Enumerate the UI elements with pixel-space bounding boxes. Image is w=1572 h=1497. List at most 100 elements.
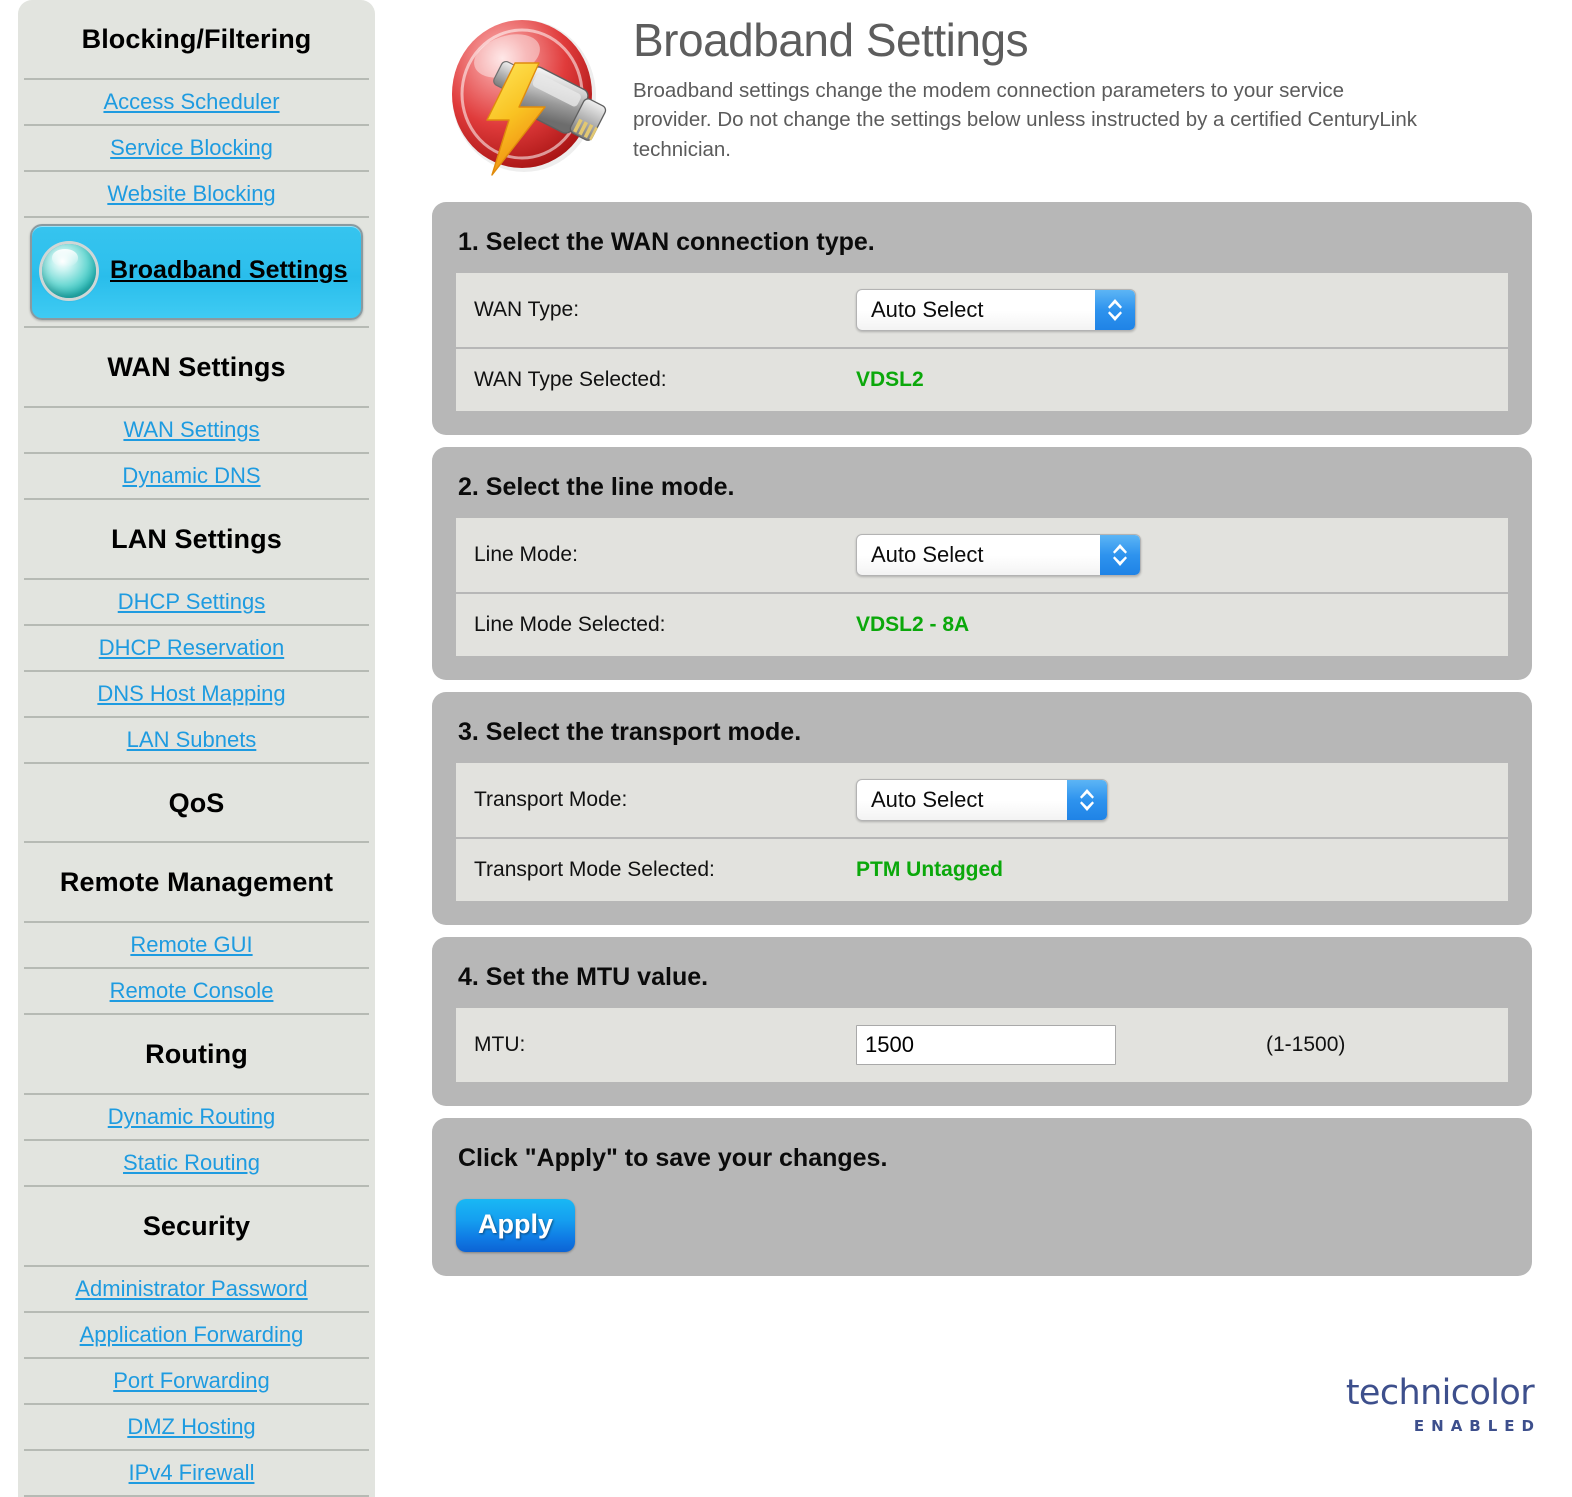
panel-title: 3. Select the transport mode. — [458, 718, 802, 746]
sidebar-header-blocking-filtering: Blocking/Filtering — [81, 24, 312, 54]
panel-line-mode: 2. Select the line mode. Line Mode: Auto… — [432, 447, 1532, 680]
sidebar-item-label: Administrator Password — [75, 1276, 308, 1302]
sidebar-item-website-blocking[interactable]: Website Blocking — [18, 172, 375, 216]
sidebar-item-remote-gui[interactable]: Remote GUI — [18, 923, 375, 967]
sidebar-item-static-routing[interactable]: Static Routing — [18, 1141, 375, 1185]
transport-mode-select[interactable]: Auto Select — [856, 779, 1108, 821]
panel-rows: Transport Mode: Auto Select Transport Mo… — [456, 763, 1508, 901]
sidebar-group-lan-settings: LAN Settings DHCP Settings DHCP Reservat… — [18, 500, 375, 764]
sidebar-item-label: DMZ Hosting — [127, 1414, 256, 1440]
panel-transport-mode: 3. Select the transport mode. Transport … — [432, 692, 1532, 925]
sidebar-item-label: DHCP Reservation — [98, 634, 285, 660]
row-wan-type-selected: WAN Type Selected: VDSL2 — [456, 347, 1508, 411]
sidebar-group-remote-management: Remote Management Remote GUI Remote Cons… — [18, 843, 375, 1016]
row-mtu: MTU: (1-1500) — [456, 1008, 1508, 1082]
panel-mtu: 4. Set the MTU value. MTU: (1-1500) — [432, 937, 1532, 1106]
wan-type-select[interactable]: Auto Select — [856, 289, 1136, 331]
sidebar-item-broadband-settings[interactable]: Broadband Settings — [30, 223, 363, 320]
sidebar-item-port-forwarding[interactable]: Port Forwarding — [18, 1359, 375, 1403]
sidebar-header-qos: QoS — [168, 787, 225, 818]
page-header-text: Broadband Settings Broadband settings ch… — [633, 8, 1423, 164]
apply-instruction: Click "Apply" to save your changes. — [458, 1144, 888, 1172]
sidebar-header-routing: Routing — [145, 1039, 248, 1070]
sidebar-item-label: LAN Subnets — [126, 726, 257, 752]
sidebar-item-label: Access Scheduler — [103, 88, 280, 114]
sidebar-item-dynamic-dns[interactable]: Dynamic DNS — [18, 454, 375, 498]
panel-rows: MTU: (1-1500) — [456, 1008, 1508, 1082]
sidebar-group-routing: Routing Dynamic Routing Static Routing — [18, 1015, 375, 1188]
row-label: MTU: — [474, 1033, 526, 1056]
sidebar-item-label: Dynamic Routing — [107, 1104, 276, 1130]
sidebar-group-qos: QoS — [18, 764, 375, 844]
sidebar-item-label: Application Forwarding — [79, 1322, 304, 1348]
brand-name: technicolor — [1345, 1373, 1535, 1413]
mtu-range-hint: (1-1500) — [1266, 1033, 1346, 1056]
row-label: Transport Mode Selected: — [474, 858, 715, 881]
sidebar-item-label: Remote Console — [109, 978, 274, 1004]
sidebar-item-label: Website Blocking — [107, 180, 276, 206]
mtu-input[interactable] — [856, 1025, 1116, 1065]
panel-wan-connection-type: 1. Select the WAN connection type. WAN T… — [432, 202, 1532, 435]
row-label: WAN Type Selected: — [474, 368, 667, 391]
panel-title: 4. Set the MTU value. — [458, 963, 709, 991]
sidebar-item-administrator-password[interactable]: Administrator Password — [18, 1267, 375, 1311]
sidebar-item-dhcp-settings[interactable]: DHCP Settings — [18, 580, 375, 624]
page-header: Broadband Settings Broadband settings ch… — [432, 0, 1542, 190]
panel-apply: Click "Apply" to save your changes. Appl… — [432, 1118, 1532, 1276]
row-label: Line Mode Selected: — [474, 613, 666, 636]
orb-icon — [42, 243, 96, 298]
sidebar-header-remote-management: Remote Management — [59, 867, 334, 898]
sidebar-header-security: Security — [142, 1211, 251, 1242]
sidebar-item-dmz-hosting[interactable]: DMZ Hosting — [18, 1405, 375, 1449]
wan-type-select-value: Auto Select — [871, 297, 984, 322]
row-transport-mode-selected: Transport Mode Selected: PTM Untagged — [456, 837, 1508, 901]
broadband-plug-icon — [429, 8, 621, 190]
chevron-updown-icon[interactable] — [1100, 535, 1140, 575]
sidebar-item-label: IPv4 Firewall — [128, 1460, 255, 1486]
chevron-updown-icon[interactable] — [1095, 290, 1135, 330]
page-title: Broadband Settings — [633, 14, 1029, 66]
sidebar-item-label: DNS Host Mapping — [97, 680, 286, 706]
sidebar-item-label: Dynamic DNS — [122, 462, 261, 488]
brand-tagline: ENABLED — [1413, 1417, 1541, 1435]
main-content: Broadband Settings Broadband settings ch… — [432, 0, 1542, 1276]
sidebar-item-wan-settings[interactable]: WAN Settings — [18, 408, 375, 452]
sidebar-item-dhcp-reservation[interactable]: DHCP Reservation — [18, 626, 375, 670]
sidebar-header-wan-settings: WAN Settings — [107, 351, 286, 382]
panel-rows: Line Mode: Auto Select Line Mode Selecte… — [456, 518, 1508, 656]
page-description: Broadband settings change the modem conn… — [633, 79, 1417, 161]
sidebar-item-ipv4-firewall[interactable]: IPv4 Firewall — [18, 1451, 375, 1495]
sidebar-item-lan-subnets[interactable]: LAN Subnets — [18, 718, 375, 762]
row-label: Line Mode: — [474, 543, 578, 566]
sidebar-item-dynamic-routing[interactable]: Dynamic Routing — [18, 1095, 375, 1139]
chevron-updown-icon[interactable] — [1067, 780, 1107, 820]
technicolor-logo: technicolor ENABLED — [1345, 1373, 1535, 1436]
sidebar: Blocking/Filtering Access Scheduler Serv… — [18, 0, 375, 1497]
transport-mode-selected-value: PTM Untagged — [856, 858, 1003, 881]
apply-button[interactable]: Apply — [456, 1199, 576, 1252]
row-label: WAN Type: — [474, 298, 580, 321]
row-line-mode: Line Mode: Auto Select — [456, 518, 1508, 592]
panel-title: 1. Select the WAN connection type. — [458, 228, 875, 256]
line-mode-select-value: Auto Select — [871, 542, 984, 567]
row-line-mode-selected: Line Mode Selected: VDSL2 - 8A — [456, 592, 1508, 656]
sidebar-item-application-forwarding[interactable]: Application Forwarding — [18, 1313, 375, 1357]
sidebar-item-label: Broadband Settings — [110, 256, 348, 285]
row-transport-mode: Transport Mode: Auto Select — [456, 763, 1508, 837]
sidebar-item-label: Static Routing — [123, 1150, 260, 1176]
sidebar-item-label: WAN Settings — [123, 416, 260, 442]
row-label: Transport Mode: — [474, 788, 628, 811]
sidebar-item-service-blocking[interactable]: Service Blocking — [18, 126, 375, 170]
sidebar-item-label: Remote GUI — [130, 932, 253, 958]
panel-title: 2. Select the line mode. — [458, 473, 735, 501]
sidebar-item-access-scheduler[interactable]: Access Scheduler — [18, 80, 375, 124]
sidebar-item-label: Service Blocking — [110, 134, 273, 160]
sidebar-item-label: Port Forwarding — [113, 1368, 270, 1394]
sidebar-group-blocking-filtering: Blocking/Filtering Access Scheduler Serv… — [18, 0, 375, 328]
sidebar-item-label: DHCP Settings — [117, 588, 266, 614]
sidebar-item-dns-host-mapping[interactable]: DNS Host Mapping — [18, 672, 375, 716]
row-wan-type: WAN Type: Auto Select — [456, 273, 1508, 347]
line-mode-select[interactable]: Auto Select — [856, 534, 1141, 576]
sidebar-item-remote-console[interactable]: Remote Console — [18, 969, 375, 1013]
sidebar-group-security: Security Administrator Password Applicat… — [18, 1187, 375, 1497]
